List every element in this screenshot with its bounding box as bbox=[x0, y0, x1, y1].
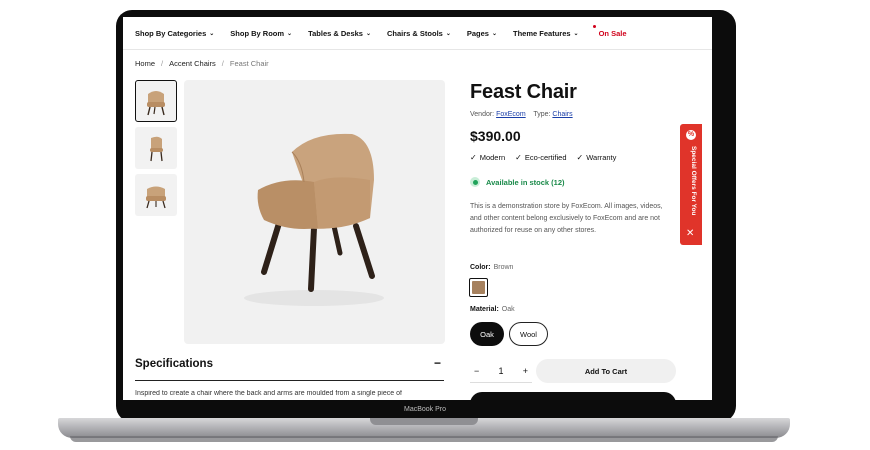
nav-on-sale[interactable]: On Sale bbox=[592, 24, 627, 38]
special-offers-tab[interactable]: % Special Offers For You ✕ bbox=[680, 124, 702, 245]
nav-shop-by-room[interactable]: Shop By Room ⌄ bbox=[230, 29, 292, 38]
specifications-divider bbox=[135, 380, 444, 381]
main-navigation: Shop By Categories ⌄ Shop By Room ⌄ Tables… bbox=[123, 17, 712, 50]
laptop-notch bbox=[370, 418, 478, 425]
breadcrumb: Home / Accent Chairs / Feast Chair bbox=[135, 59, 269, 68]
sale-dot-icon bbox=[592, 24, 596, 28]
nav-label: Shop By Room bbox=[230, 28, 285, 38]
chair-thumbnail-image bbox=[146, 186, 166, 209]
chevron-down-icon: ⌄ bbox=[287, 30, 293, 37]
stock-status: Available in stock (12) bbox=[470, 177, 565, 187]
nav-sale-label: On Sale bbox=[598, 28, 627, 38]
color-option-label: Color: Brown bbox=[470, 264, 513, 271]
nav-chairs-stools[interactable]: Chairs & Stools ⌄ bbox=[387, 29, 451, 38]
browser-screen: Shop By Categories ⌄ Shop By Room ⌄ Tables… bbox=[123, 17, 712, 400]
feature-item: ✓ Modern bbox=[470, 153, 505, 162]
product-thumbnail-2[interactable] bbox=[135, 127, 177, 169]
feature-label: Eco-certified bbox=[524, 153, 567, 162]
product-main-image[interactable] bbox=[184, 80, 445, 344]
laptop-base-edge bbox=[70, 436, 778, 442]
check-icon: ✓ bbox=[470, 153, 477, 162]
breadcrumb-category[interactable]: Accent Chairs bbox=[169, 59, 216, 68]
product-meta: Vendor: FoxEcom Type: Chairs bbox=[470, 111, 573, 118]
feature-item: ✓ Eco-certified bbox=[515, 153, 566, 162]
nav-label: Theme Features bbox=[513, 28, 571, 38]
nav-label: Chairs & Stools bbox=[387, 28, 443, 38]
breadcrumb-separator: / bbox=[221, 59, 224, 68]
chair-thumbnail-image bbox=[147, 91, 165, 116]
chevron-down-icon: ⌄ bbox=[573, 30, 579, 37]
nav-label: Pages bbox=[466, 28, 489, 38]
chair-thumbnail-image bbox=[150, 136, 163, 162]
type-label: Type: bbox=[533, 111, 551, 118]
chevron-down-icon: ⌄ bbox=[209, 30, 215, 37]
color-value: Brown bbox=[493, 264, 514, 271]
nav-pages[interactable]: Pages ⌄ bbox=[467, 29, 497, 38]
product-title: Feast Chair bbox=[470, 81, 577, 103]
product-thumbnail-3[interactable] bbox=[135, 174, 177, 216]
special-offers-label: Special Offers For You bbox=[690, 146, 697, 216]
material-option-label: Material: Oak bbox=[470, 306, 515, 313]
chevron-down-icon: ⌄ bbox=[491, 30, 498, 37]
product-thumbnail-1[interactable] bbox=[135, 80, 177, 122]
nav-tables-desks[interactable]: Tables & Desks ⌄ bbox=[308, 29, 371, 38]
decrease-quantity-button[interactable]: − bbox=[474, 366, 479, 376]
collapse-icon[interactable]: − bbox=[434, 356, 441, 370]
chevron-down-icon: ⌄ bbox=[445, 30, 451, 37]
chair-image bbox=[244, 133, 384, 306]
quantity-stepper: − 1 + bbox=[470, 359, 532, 383]
color-swatch-brown[interactable] bbox=[469, 278, 488, 297]
feature-label: Warranty bbox=[586, 153, 617, 162]
product-description: This is a demonstration store by FoxEcom… bbox=[470, 203, 663, 234]
specifications-text: Inspired to create a chair where the bac… bbox=[135, 390, 402, 397]
feature-item: ✓ Warranty bbox=[577, 153, 617, 162]
breadcrumb-separator: / bbox=[161, 59, 164, 68]
material-option-oak[interactable]: Oak bbox=[470, 322, 504, 346]
gift-icon: % bbox=[686, 130, 696, 140]
stock-label: Available in stock (12) bbox=[486, 177, 565, 187]
check-icon: ✓ bbox=[576, 153, 584, 162]
nav-label: Tables & Desks bbox=[308, 28, 363, 38]
in-stock-icon bbox=[470, 177, 480, 187]
nav-theme-features[interactable]: Theme Features ⌄ bbox=[513, 29, 579, 38]
add-to-cart-button[interactable]: Add To Cart bbox=[536, 359, 676, 383]
close-icon[interactable]: ✕ bbox=[686, 228, 694, 239]
material-label: Material: bbox=[470, 306, 499, 313]
quantity-value[interactable]: 1 bbox=[498, 366, 503, 376]
feature-label: Modern bbox=[479, 153, 506, 162]
breadcrumb-home[interactable]: Home bbox=[135, 59, 155, 68]
breadcrumb-current: Feast Chair bbox=[229, 59, 269, 68]
nav-shop-by-categories[interactable]: Shop By Categories ⌄ bbox=[135, 29, 214, 38]
material-option-wool[interactable]: Wool bbox=[509, 322, 548, 346]
type-link[interactable]: Chairs bbox=[552, 111, 572, 118]
check-icon: ✓ bbox=[515, 153, 522, 162]
specifications-heading[interactable]: Specifications bbox=[135, 358, 213, 370]
vendor-label: Vendor: bbox=[470, 111, 495, 118]
color-label: Color: bbox=[470, 264, 491, 271]
feature-list: ✓ Modern ✓ Eco-certified ✓ Warranty bbox=[470, 153, 616, 162]
material-value: Oak bbox=[501, 306, 515, 313]
device-brand-label: MacBook Pro bbox=[403, 406, 447, 413]
chevron-down-icon: ⌄ bbox=[365, 30, 371, 37]
increase-quantity-button[interactable]: + bbox=[523, 366, 528, 376]
buy-now-button[interactable] bbox=[470, 392, 676, 400]
product-price: $390.00 bbox=[470, 128, 521, 144]
vendor-link[interactable]: FoxEcom bbox=[496, 111, 526, 118]
nav-label: Shop By Categories bbox=[135, 28, 207, 38]
